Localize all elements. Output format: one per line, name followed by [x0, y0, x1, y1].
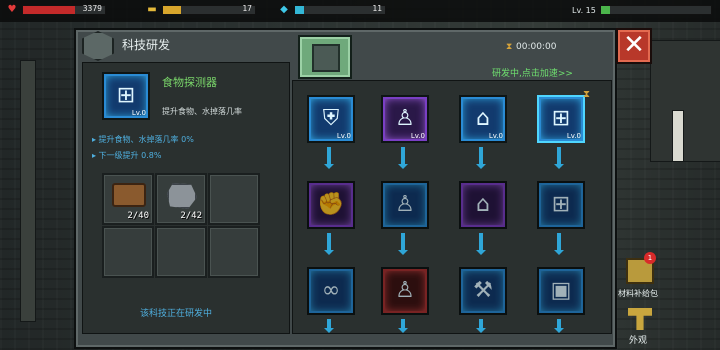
iron-ore-icon [167, 183, 197, 209]
hourglass-icon: ⧗ [506, 42, 513, 52]
bag-icon: ▣ [550, 278, 572, 303]
tech-level: Lv.0 [336, 132, 351, 140]
speed-up-link[interactable]: 研发中,点击加速>> [492, 66, 573, 79]
water-stat: ◆ 11 [278, 4, 386, 16]
level-stat: Lv. 15 [572, 4, 712, 16]
material-slot-iron[interactable]: 2/42 [155, 173, 207, 225]
water-value: 11 [372, 4, 382, 13]
research-status-footer: 该科技正在研发中 [140, 309, 213, 319]
tech-level: Lv.0 [566, 132, 581, 140]
selected-tech-icon: ⊞ Lv.0 [102, 72, 150, 120]
effect-next: ▸ 下一级提升 0.8% [92, 151, 162, 160]
close-icon: ✕ [623, 30, 645, 60]
tech-node-tool[interactable]: ⚒ [459, 267, 507, 315]
tech-node-shelter-2[interactable]: ⌂ [459, 181, 507, 229]
arrow-down-icon [398, 319, 408, 333]
water-icon: ◆ [280, 4, 288, 15]
material-slot-empty [102, 226, 154, 278]
tech-node-strength[interactable]: ♙ [381, 267, 429, 315]
body-icon: ♙ [395, 192, 415, 217]
arrow-down-icon [554, 147, 564, 169]
background-building [650, 40, 720, 162]
tech-node-goggles[interactable]: ∞ [307, 267, 355, 315]
tech-node-armor[interactable]: ⛨ Lv.0 [307, 95, 355, 143]
tech-node-fist[interactable]: ✊ [307, 181, 355, 229]
material-slot-empty [155, 226, 207, 278]
food-value: 17 [242, 4, 252, 13]
status-bar: ♥ 3379 ▬ 17 ◆ 11 Lv. 15 [0, 0, 720, 22]
close-button[interactable]: ✕ [616, 28, 652, 64]
arrow-down-icon [476, 147, 486, 169]
background-window [672, 110, 684, 162]
material-slot-empty [208, 226, 260, 278]
effect-current: ▸ 提升食物、水掉落几率 0% [92, 135, 194, 144]
house-arrow-icon: ⌂ [476, 192, 490, 217]
arrow-down-icon [324, 233, 334, 255]
wood-icon [112, 183, 146, 207]
tech-description: 提升食物、水掉落几率 [162, 107, 242, 116]
health-stat: ♥ 3379 [6, 4, 106, 16]
level-label: Lv. 15 [572, 5, 596, 15]
arrow-down-icon [476, 233, 486, 255]
food-stat: ▬ 17 [146, 4, 256, 16]
fist-icon: ✊ [317, 192, 345, 217]
arrow-down-icon [398, 147, 408, 169]
arrow-down-icon [554, 233, 564, 255]
appearance-button[interactable] [626, 306, 656, 336]
health-value: 3379 [82, 4, 102, 13]
arrow-down-icon [324, 147, 334, 169]
tech-tree-panel: ⛨ Lv.0 ♙ Lv.0 ⌂ Lv.0 ⊞ Lv.0 ⧗ ✊ ♙ ⌂ ⊞ ∞ … [292, 80, 612, 334]
heart-icon: ♥ [7, 4, 17, 15]
tech-node-shelter[interactable]: ⌂ Lv.0 [459, 95, 507, 143]
supply-pack-label: 材料补给包 [618, 289, 658, 298]
tool-icon: ⚒ [473, 278, 493, 303]
material-slot-empty [208, 173, 260, 225]
goggles-icon: ∞ [321, 278, 341, 303]
hourglass-icon: ⧗ [583, 89, 591, 100]
background-pipe [20, 60, 36, 322]
shirt-icon [628, 308, 652, 330]
food-bar: 17 [162, 4, 256, 15]
tech-node-food-detector[interactable]: ⊞ Lv.0 [537, 95, 585, 143]
food-icon: ▬ [147, 4, 157, 15]
tech-node-stamina[interactable]: ♙ [381, 181, 429, 229]
arrow-down-icon [476, 319, 486, 333]
research-timer: 00:00:00 [516, 42, 557, 52]
supply-pack-button[interactable]: 1 [624, 252, 656, 286]
tab-tech-tree[interactable] [298, 35, 352, 79]
tech-node-body[interactable]: ♙ Lv.0 [381, 95, 429, 143]
health-bar: 3379 [22, 4, 106, 15]
panel-title: 科技研发 [122, 38, 171, 52]
chip-icon [312, 44, 340, 72]
tech-emblem-icon [82, 31, 114, 61]
medkit-icon: ⊞ [551, 192, 571, 217]
material-slot-wood[interactable]: 2/40 [102, 173, 154, 225]
xp-bar [599, 5, 712, 15]
tech-node-medkit-2[interactable]: ⊞ [537, 181, 585, 229]
water-bar: 11 [294, 4, 386, 15]
muscle-icon: ♙ [395, 278, 415, 303]
panel-header: 科技研发 [82, 31, 282, 61]
wood-count: 2/40 [127, 211, 149, 221]
arrow-down-icon [324, 319, 334, 333]
tech-node-bag[interactable]: ▣ [537, 267, 585, 315]
arrow-down-icon [398, 233, 408, 255]
tech-level: Lv.0 [488, 132, 503, 140]
tech-level: Lv.0 [410, 132, 425, 140]
notification-badge: 1 [644, 252, 656, 264]
tech-name: 食物探测器 [162, 76, 217, 89]
selected-tech-level: Lv.0 [131, 109, 146, 117]
arrow-down-icon [554, 319, 564, 333]
iron-count: 2/42 [180, 211, 202, 221]
appearance-label: 外观 [629, 336, 648, 346]
